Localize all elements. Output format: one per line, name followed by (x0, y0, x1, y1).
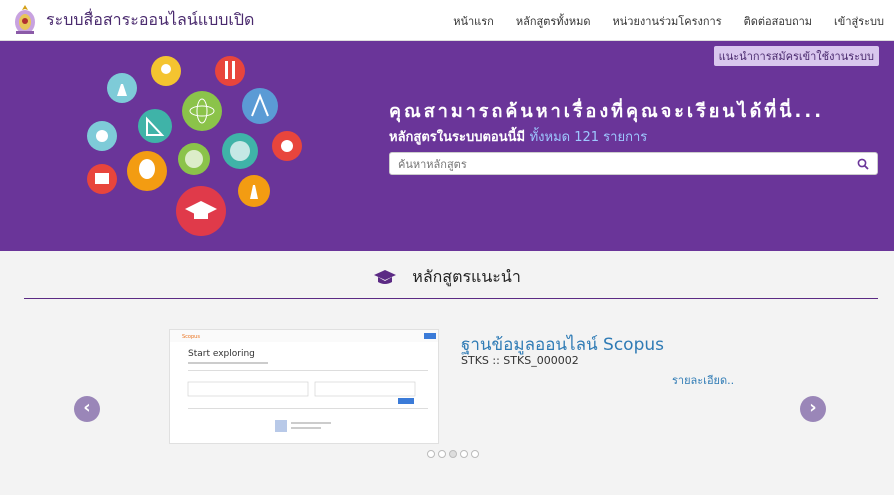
carousel-indicators (427, 450, 482, 458)
nav-contact[interactable]: ติดต่อสอบถาม (744, 12, 812, 30)
education-bubbles-illustration (87, 56, 302, 236)
brand[interactable]: ระบบสื่อสาระออนไลน์แบบเปิด (12, 4, 254, 36)
carousel-next-button[interactable]: › (800, 396, 826, 422)
top-navbar: ระบบสื่อสาระออนไลน์แบบเปิด หน้าแรก หลักส… (0, 0, 894, 41)
site-title: ระบบสื่อสาระออนไลน์แบบเปิด (46, 9, 255, 29)
carousel-prev-button[interactable]: ‹ (74, 396, 100, 422)
nav-home[interactable]: หน้าแรก (453, 12, 494, 30)
carousel-dot[interactable] (438, 450, 446, 458)
carousel-dot[interactable] (427, 450, 435, 458)
svg-text:Start exploring: Start exploring (188, 349, 255, 359)
signup-guide-link[interactable]: แนะนำการสมัครเข้าใช้งานระบบ (713, 46, 879, 66)
nav-all-courses[interactable]: หลักสูตรทั้งหมด (516, 12, 591, 30)
main-nav: หน้าแรก หลักสูตรทั้งหมด หน่วยงานร่วมโครง… (431, 0, 884, 41)
nav-login[interactable]: เข้าสู่ระบบ (834, 12, 884, 30)
course-count-prefix: หลักสูตรในระบบตอนนี้มี (389, 130, 526, 145)
hero-title: คุณสามารถค้นหาเรื่องที่คุณจะเรียนได้ที่น… (389, 101, 825, 122)
course-count[interactable]: ทั้งหมด 121 รายการ (530, 130, 648, 145)
section-title: หลักสูตรแนะนำ (412, 267, 521, 286)
carousel-dot[interactable] (460, 450, 468, 458)
course-thumbnail[interactable]: Scopus Start exploring (169, 329, 439, 444)
nav-partners[interactable]: หน่วยงานร่วมโครงการ (613, 12, 722, 30)
hero-banner: แนะนำการสมัครเข้าใช้งานระบบ คุณสามารถค้น… (0, 41, 894, 251)
svg-text:Scopus: Scopus (182, 334, 200, 340)
section-divider (24, 298, 878, 299)
scopus-screenshot-image: Scopus Start exploring (170, 330, 438, 432)
carousel-dot-active[interactable] (449, 450, 457, 458)
hero-subtitle: หลักสูตรในระบบตอนนี้มี ทั้งหมด 121 รายกา… (389, 126, 647, 147)
search-icon[interactable] (857, 158, 869, 170)
carousel-dot[interactable] (471, 450, 479, 458)
course-search-box[interactable] (389, 152, 878, 175)
graduation-cap-icon (374, 269, 397, 284)
section-heading: หลักสูตรแนะนำ (0, 265, 894, 290)
course-code: STKS :: STKS_000002 (461, 354, 579, 367)
featured-courses-section: หลักสูตรแนะนำ Scopus Start exploring ฐาน… (0, 251, 894, 495)
course-details-link[interactable]: รายละเอียด.. (672, 371, 734, 389)
course-search-input[interactable] (390, 154, 840, 175)
university-logo-icon (15, 5, 35, 34)
